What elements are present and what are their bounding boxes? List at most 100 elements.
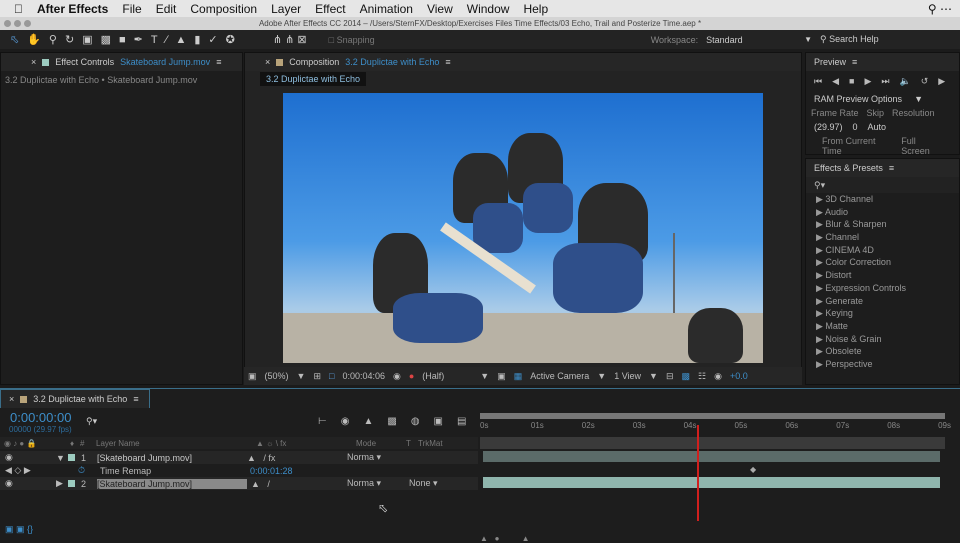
panel-menu-icon[interactable]: ≡ bbox=[852, 57, 857, 67]
menu-composition[interactable]: Composition bbox=[190, 2, 257, 16]
trkmat-select[interactable]: None ▾ bbox=[409, 478, 438, 489]
menu-layer[interactable]: Layer bbox=[271, 2, 301, 16]
menu-window[interactable]: Window bbox=[467, 2, 510, 16]
playhead[interactable] bbox=[696, 425, 699, 521]
magnification-select[interactable]: (50%) bbox=[265, 371, 289, 381]
spotlight-icon[interactable]: ⚲ ⋯ bbox=[928, 2, 952, 16]
exposure-value[interactable]: +0.0 bbox=[730, 371, 748, 381]
effect-category[interactable]: ▶ Keying bbox=[806, 307, 959, 320]
camera-tool-icon[interactable]: ▣ bbox=[82, 33, 92, 46]
zoom-slider[interactable]: ▲ ● ▲ bbox=[480, 534, 530, 543]
timeline-search-icon[interactable]: ⚲▾ bbox=[86, 416, 97, 427]
full-screen-checkbox[interactable]: Full Screen bbox=[901, 136, 943, 156]
expand-icon[interactable]: ▼ bbox=[56, 453, 68, 463]
always-preview-icon[interactable]: ▣ bbox=[248, 371, 257, 382]
color-channels-icon[interactable]: ● bbox=[409, 371, 414, 381]
region-icon[interactable]: ▣ bbox=[497, 371, 506, 382]
last-frame-icon[interactable]: ⏭ bbox=[881, 76, 889, 87]
panel-menu-icon[interactable]: ≡ bbox=[889, 163, 894, 173]
eraser-tool-icon[interactable]: ▮ bbox=[194, 33, 200, 46]
fast-previews-icon[interactable]: ▩ bbox=[682, 371, 691, 382]
grid-icon[interactable]: ⊞ bbox=[313, 371, 321, 382]
layer-switches[interactable]: ▲ / fx bbox=[247, 453, 347, 463]
effect-category[interactable]: ▶ Blur & Sharpen bbox=[806, 218, 959, 231]
property-value[interactable]: 0:00:01:28 bbox=[250, 466, 293, 476]
zoom-tool-icon[interactable]: ⚲ bbox=[49, 33, 57, 46]
dropdown-icon[interactable]: ▼ bbox=[480, 371, 489, 381]
resolution-select[interactable]: (Half) bbox=[422, 371, 472, 381]
menu-animation[interactable]: Animation bbox=[360, 2, 413, 16]
close-icon[interactable]: × bbox=[9, 394, 14, 404]
rotate-tool-icon[interactable]: ↻ bbox=[65, 33, 74, 46]
mode-select[interactable]: Norma ▾ bbox=[347, 452, 397, 463]
label-swatch[interactable] bbox=[68, 454, 75, 461]
effect-category[interactable]: ▶ 3D Channel bbox=[806, 193, 959, 206]
selection-tool-icon[interactable]: ⬁ bbox=[10, 33, 19, 46]
menu-file[interactable]: File bbox=[122, 2, 141, 16]
layer-switches[interactable]: ▲ / bbox=[247, 479, 347, 489]
resolution-select[interactable]: Auto bbox=[868, 122, 887, 132]
brainstorm-icon[interactable]: ▣ bbox=[434, 416, 443, 427]
rectangle-tool-icon[interactable]: ■ bbox=[119, 34, 126, 46]
dropdown-icon[interactable]: ▼ bbox=[649, 371, 658, 381]
hand-tool-icon[interactable]: ✋ bbox=[27, 33, 41, 46]
from-current-time-checkbox[interactable]: From Current Time bbox=[822, 136, 891, 156]
type-tool-icon[interactable]: T bbox=[151, 34, 158, 46]
axis-icon[interactable]: ⋔ ⋔ ⊠ bbox=[273, 33, 307, 46]
keyframe-nav-icon[interactable]: ◀ ◇ ▶ bbox=[0, 465, 78, 476]
panel-menu-icon[interactable]: ≡ bbox=[133, 394, 138, 404]
clone-stamp-tool-icon[interactable]: ▲ bbox=[175, 34, 186, 46]
effect-category[interactable]: ▶ CINEMA 4D bbox=[806, 244, 959, 257]
layer-name[interactable]: [Skateboard Jump.mov] bbox=[97, 478, 247, 489]
app-menu[interactable]: After Effects bbox=[37, 2, 108, 16]
comp-flowchart-icon[interactable]: ⊢ bbox=[318, 416, 327, 427]
motion-blur-icon[interactable]: ◍ bbox=[411, 416, 420, 427]
skip-select[interactable]: 0 bbox=[853, 122, 858, 132]
workspace-dropdown-icon[interactable]: ▼ bbox=[804, 35, 812, 44]
label-swatch[interactable] bbox=[68, 480, 75, 487]
effect-category[interactable]: ▶ Distort bbox=[806, 269, 959, 282]
layer-2-bar[interactable] bbox=[483, 477, 940, 488]
visibility-icon[interactable]: ◉ bbox=[0, 478, 56, 489]
snapping-checkbox[interactable]: □ Snapping bbox=[329, 35, 375, 45]
layer-name-header[interactable]: Layer Name bbox=[96, 439, 256, 448]
loop-icon[interactable]: ↺ bbox=[921, 76, 929, 87]
property-row[interactable]: ◀ ◇ ▶ ⏱ Time Remap 0:00:01:28 bbox=[0, 464, 478, 477]
window-controls[interactable] bbox=[4, 20, 31, 27]
effect-category[interactable]: ▶ Color Correction bbox=[806, 256, 959, 269]
flowchart-icon[interactable]: ☷ bbox=[698, 371, 706, 382]
dropdown-icon[interactable]: ▼ bbox=[914, 94, 923, 104]
preview-tab[interactable]: Preview ≡ bbox=[806, 53, 959, 71]
roto-brush-tool-icon[interactable]: ✓ bbox=[208, 33, 217, 46]
comp-breadcrumb-chip[interactable]: 3.2 Duplictae with Echo bbox=[260, 72, 367, 86]
effect-category[interactable]: ▶ Noise & Grain bbox=[806, 333, 959, 346]
exposure-reset-icon[interactable]: ◉ bbox=[714, 371, 722, 382]
close-icon[interactable]: × bbox=[31, 57, 36, 67]
menu-edit[interactable]: Edit bbox=[156, 2, 177, 16]
panel-menu-icon[interactable]: ≡ bbox=[216, 57, 221, 67]
effect-category[interactable]: ▶ Audio bbox=[806, 206, 959, 219]
puppet-tool-icon[interactable]: ✪ bbox=[226, 33, 235, 46]
effects-search-input[interactable]: ⚲▾ bbox=[806, 177, 959, 193]
shy-icon[interactable]: ▲ bbox=[363, 416, 373, 427]
transparency-grid-icon[interactable]: ▦ bbox=[514, 371, 523, 382]
effect-category[interactable]: ▶ Obsolete bbox=[806, 345, 959, 358]
layer-row[interactable]: ◉ ▶ 2 [Skateboard Jump.mov] ▲ / Norma ▾ … bbox=[0, 477, 478, 490]
composition-tab[interactable]: × Composition 3.2 Duplictae with Echo ≡ bbox=[245, 53, 801, 71]
effect-category[interactable]: ▶ Expression Controls bbox=[806, 282, 959, 295]
menu-help[interactable]: Help bbox=[523, 2, 548, 16]
menu-effect[interactable]: Effect bbox=[315, 2, 345, 16]
dropdown-icon[interactable]: ▼ bbox=[597, 371, 606, 381]
camera-select[interactable]: Active Camera bbox=[530, 371, 589, 381]
mode-select[interactable]: Norma ▾ bbox=[347, 478, 409, 489]
stop-icon[interactable]: ■ bbox=[849, 76, 854, 87]
effects-presets-tab[interactable]: Effects & Presets ≡ bbox=[806, 159, 959, 177]
next-frame-icon[interactable]: ▶ bbox=[864, 76, 871, 87]
current-time[interactable]: 0:00:04:06 bbox=[342, 371, 385, 381]
dropdown-icon[interactable]: ▼ bbox=[297, 371, 306, 381]
ram-preview-icon[interactable]: ▶ bbox=[938, 76, 945, 87]
current-timecode[interactable]: 0:00:00:00 bbox=[10, 410, 71, 425]
work-area-bar[interactable] bbox=[480, 413, 945, 419]
mask-icon[interactable]: □ bbox=[329, 371, 334, 381]
ram-preview-options[interactable]: RAM Preview Options ▼ bbox=[806, 92, 931, 106]
